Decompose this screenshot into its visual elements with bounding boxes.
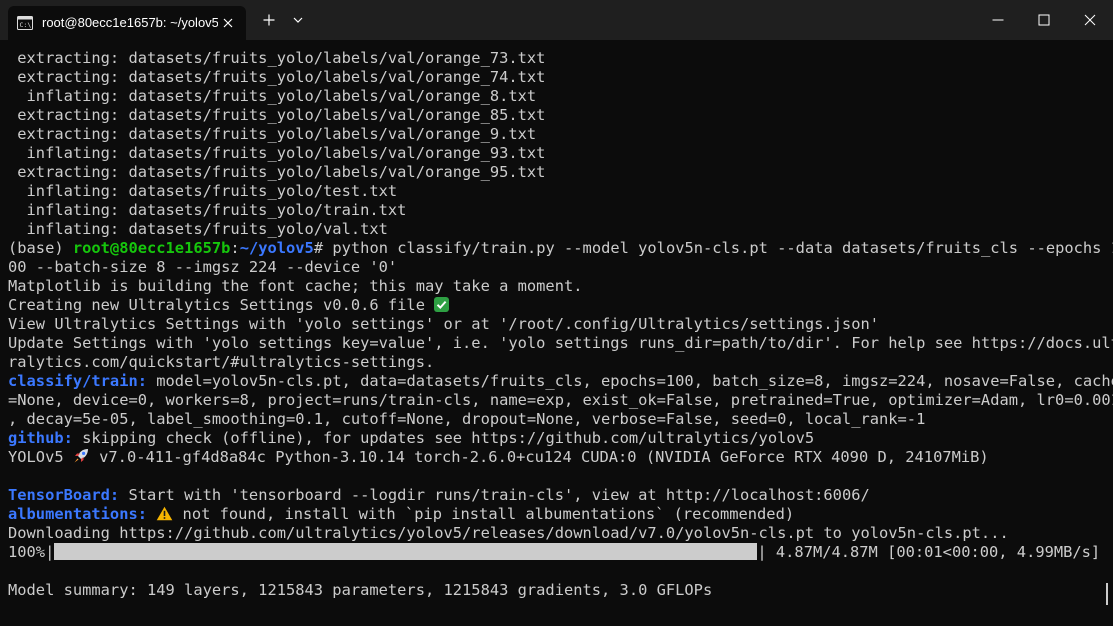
output-line: YOLOv5 v7.0-411-gf4d8a84c Python-3.10.14… (8, 448, 989, 467)
albumentations-label: albumentations: (8, 505, 147, 523)
output-line: classify/train: model=yolov5n-cls.pt, da… (8, 372, 1113, 391)
output-line: View Ultralytics Settings with 'yolo set… (8, 315, 879, 333)
output-line: Matplotlib is building the font cache; t… (8, 277, 583, 295)
progress-line: 100%| | 4.87M/4.87M [00:01<00:00, 4.99MB/… (8, 543, 1101, 561)
prompt-command-wrap: 00 --batch-size 8 --imgsz 224 --device '… (8, 258, 398, 276)
tensorboard-label: TensorBoard: (8, 486, 120, 504)
output-line: extracting: datasets/fruits_yolo/labels/… (8, 106, 546, 124)
output-line: Downloading https://github.com/ultralyti… (8, 524, 1009, 542)
plus-icon (263, 14, 275, 26)
github-label: github: (8, 429, 73, 447)
minimize-button[interactable] (975, 0, 1021, 40)
output-line: inflating: datasets/fruits_yolo/train.tx… (8, 201, 407, 219)
prompt-separator: : (230, 239, 240, 257)
close-window-button[interactable] (1067, 0, 1113, 40)
output-line: extracting: datasets/fruits_yolo/labels/… (8, 163, 546, 181)
progress-bar-fill (54, 543, 758, 560)
output-line: , decay=5e-05, label_smoothing=0.1, cuto… (8, 410, 926, 428)
output-line: inflating: datasets/fruits_yolo/val.txt (8, 220, 388, 238)
maximize-button[interactable] (1021, 0, 1067, 40)
output-line: extracting: datasets/fruits_yolo/labels/… (8, 49, 546, 67)
output-line: Update Settings with 'yolo settings key=… (8, 334, 1113, 352)
output-line: extracting: datasets/fruits_yolo/labels/… (8, 125, 537, 143)
albumentations-text: not found, install with `pip install alb… (173, 505, 795, 523)
output-line: ralytics.com/quickstart/#ultralytics-set… (8, 353, 435, 371)
output-line: inflating: datasets/fruits_yolo/labels/v… (8, 144, 546, 162)
output-line: Model summary: 149 layers, 1215843 param… (8, 581, 713, 599)
output-line: github: skipping check (offline), for up… (8, 429, 814, 448)
new-tab-button[interactable] (259, 10, 279, 30)
output-line: extracting: datasets/fruits_yolo/labels/… (8, 68, 546, 86)
close-icon (1084, 14, 1096, 26)
prompt-symbol: # (313, 239, 333, 257)
terminal-tab[interactable]: C:\ root@80ecc1e1657b: ~/yolov5 (8, 6, 246, 40)
warning-icon (156, 506, 173, 521)
terminal-icon: C:\ (17, 16, 33, 30)
creating-settings-text: Creating new Ultralytics Settings v0.0.6… (8, 296, 435, 314)
download-progress-bar (54, 543, 758, 560)
output-line: =None, device=0, workers=8, project=runs… (8, 391, 1113, 409)
yolo-name: YOLOv5 (8, 448, 73, 466)
github-text: skipping check (offline), for updates se… (72, 429, 815, 447)
prompt-line: (base) root@80ecc1e1657b:~/yolov5# pytho… (8, 239, 1113, 258)
scrollbar-thumb[interactable] (1106, 583, 1108, 605)
progress-stats: | 4.87M/4.87M [00:01<00:00, 4.99MB/s] (757, 543, 1101, 561)
tab-dropdown-button[interactable] (288, 10, 308, 30)
chevron-down-icon (293, 17, 303, 23)
terminal-output[interactable]: extracting: datasets/fruits_yolo/labels/… (0, 40, 1113, 626)
terminal-window: C:\ root@80ecc1e1657b: ~/yolov5 extracti… (0, 0, 1113, 626)
prompt-env: (base) (8, 239, 73, 257)
close-icon (223, 18, 233, 28)
output-line: Creating new Ultralytics Settings v0.0.6… (8, 296, 450, 315)
title-bar: C:\ root@80ecc1e1657b: ~/yolov5 (0, 0, 1113, 40)
prompt-path: ~/yolov5 (239, 239, 314, 257)
output-line: inflating: datasets/fruits_yolo/test.txt (8, 182, 398, 200)
tab-title: root@80ecc1e1657b: ~/yolov5 (42, 15, 218, 30)
output-line: inflating: datasets/fruits_yolo/labels/v… (8, 87, 537, 105)
train-args: model=yolov5n-cls.pt, data=datasets/frui… (147, 372, 1113, 390)
tensorboard-text: Start with 'tensorboard --logdir runs/tr… (119, 486, 870, 504)
tab-close-button[interactable] (220, 15, 236, 31)
check-mark-icon (434, 297, 450, 312)
prompt-user-host: root@80ecc1e1657b (72, 239, 231, 257)
progress-percent: 100% (8, 543, 46, 561)
yolo-info: v7.0-411-gf4d8a84c Python-3.10.14 torch-… (89, 448, 989, 466)
minimize-icon (992, 19, 1004, 21)
output-line: albumentations: not found, install with … (8, 505, 794, 524)
output-line: TensorBoard: Start with 'tensorboard --l… (8, 486, 870, 505)
rocket-icon (73, 448, 90, 464)
maximize-icon (1038, 14, 1050, 26)
train-label: classify/train: (8, 372, 147, 390)
prompt-command: python classify/train.py --model yolov5n… (332, 239, 1113, 257)
svg-text:C:\: C:\ (20, 21, 32, 29)
